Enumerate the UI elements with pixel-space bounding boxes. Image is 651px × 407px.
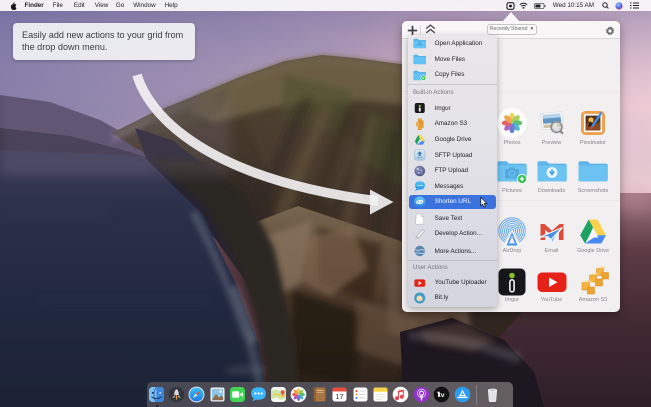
svg-text:tv: tv bbox=[439, 392, 445, 399]
svg-text:SFTP: SFTP bbox=[417, 158, 423, 160]
svg-text:17: 17 bbox=[335, 392, 343, 401]
